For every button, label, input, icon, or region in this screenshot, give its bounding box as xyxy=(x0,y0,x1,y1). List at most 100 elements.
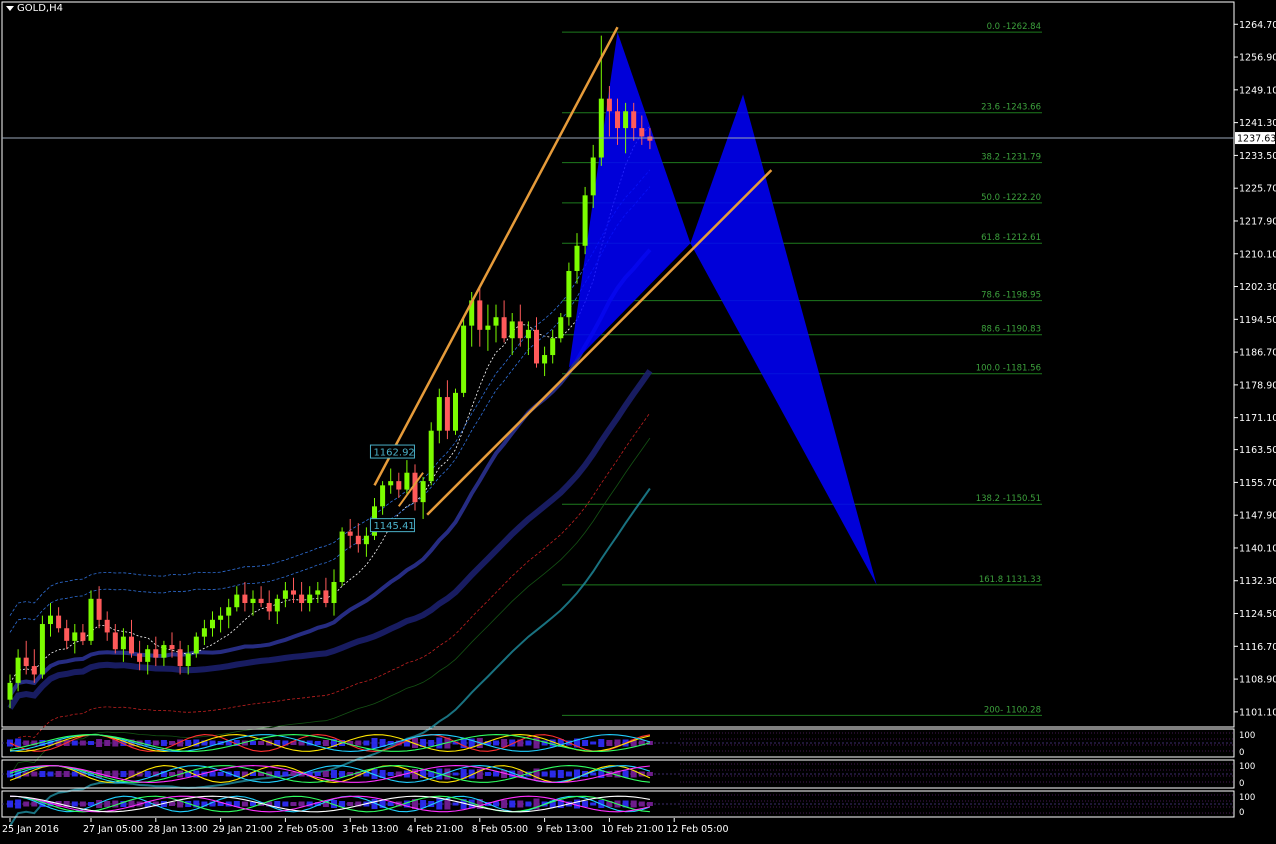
trend-upper xyxy=(373,26,619,486)
candle-bull xyxy=(436,397,442,431)
subwindow-histogram-bar xyxy=(55,771,62,777)
subwindow-histogram-bar xyxy=(525,801,532,807)
subwindow-scale-max: 100 xyxy=(1239,762,1255,772)
subwindow-histogram-bar xyxy=(23,801,30,807)
candle-bear xyxy=(501,317,507,339)
subwindow-histogram-bar xyxy=(371,738,378,748)
subwindow-histogram-bar xyxy=(104,740,111,746)
candle-bull xyxy=(15,657,21,683)
subwindow-scale-min: 0 xyxy=(1239,808,1244,818)
symbol-title[interactable]: GOLD,H4 xyxy=(6,3,63,14)
y-tick-label: 1101.10 xyxy=(1239,707,1276,718)
candle-bull xyxy=(525,329,531,339)
subwindow-histogram-bar xyxy=(144,771,151,777)
candle-bear xyxy=(517,321,523,339)
subwindow-histogram-bar xyxy=(363,740,370,746)
subwindow-histogram-bar xyxy=(436,737,443,749)
subwindow-histogram-bar xyxy=(298,801,305,807)
candle-bear xyxy=(64,628,70,641)
y-tick-label: 1140.10 xyxy=(1239,543,1276,554)
candle-bull xyxy=(363,535,369,545)
subwindow-histogram-bar xyxy=(582,740,589,746)
fib-level-label: 61.8 -1212.61 xyxy=(981,233,1041,243)
candle-bear xyxy=(104,619,110,633)
subwindow-histogram-bar xyxy=(63,771,70,777)
subwindow-scale-max: 100 xyxy=(1239,793,1255,803)
fib-level-label: 161.8 1131.33 xyxy=(979,575,1041,585)
subwindow-histogram-bar xyxy=(241,801,248,807)
candle-bull xyxy=(574,245,580,271)
y-tick-label: 1178.90 xyxy=(1239,380,1276,391)
y-tick-label: 1264.70 xyxy=(1239,20,1276,31)
subwindow-histogram-bar xyxy=(15,799,22,809)
y-tick-label: 1163.50 xyxy=(1239,445,1276,456)
candle-bull xyxy=(404,472,410,490)
subwindow-histogram-bar xyxy=(428,740,435,746)
candle-bull xyxy=(493,317,499,326)
subwindow-histogram-bar xyxy=(39,771,46,777)
subwindow-scale-min: 0 xyxy=(1239,748,1244,758)
candle-bull xyxy=(226,607,232,616)
candle-bull xyxy=(193,636,199,654)
y-tick-label: 1155.70 xyxy=(1239,478,1276,489)
subwindow-histogram-bar xyxy=(517,800,524,808)
candle-bull xyxy=(39,624,45,675)
candle-bear xyxy=(606,98,612,112)
candle-bull xyxy=(380,485,386,507)
candle-bull xyxy=(566,270,572,318)
subwindow-histogram-bar xyxy=(71,740,78,746)
subwindow-histogram-bar xyxy=(590,772,597,776)
subwindow-histogram-bar xyxy=(104,801,111,807)
x-tick-label: 12 Feb 05:00 xyxy=(666,824,728,835)
y-tick-label: 1233.50 xyxy=(1239,151,1276,162)
symbol-title-text: GOLD,H4 xyxy=(17,3,63,14)
subwindow-histogram-bar xyxy=(290,802,297,806)
subwindow-histogram-bar xyxy=(331,770,337,778)
subwindow-histogram-bar xyxy=(290,772,297,776)
candle-bull xyxy=(485,325,491,330)
candle-bull xyxy=(234,594,240,608)
candle-bull xyxy=(250,598,256,604)
candle-bull xyxy=(307,594,313,604)
subwindow-histogram-bar xyxy=(23,740,30,746)
x-tick-label: 3 Feb 13:00 xyxy=(342,824,398,835)
x-tick-label: 9 Feb 13:00 xyxy=(537,824,593,835)
chart-window[interactable]: GOLD,H4 1264.70 1256.90 1249.10 1241.30 1233… xyxy=(0,0,1276,840)
candle-bear xyxy=(177,649,183,667)
candle-bear xyxy=(639,128,645,137)
candle-bull xyxy=(590,157,596,196)
x-tick-label: 8 Feb 05:00 xyxy=(472,824,528,835)
candle-bull xyxy=(282,590,288,599)
candle-bear xyxy=(647,136,653,141)
subwindow-histogram-bar xyxy=(501,800,508,808)
subwindow-histogram-bar xyxy=(549,770,556,778)
subwindow-histogram-bar xyxy=(493,771,499,777)
dropdown-triangle-icon[interactable] xyxy=(6,5,14,11)
subwindow-histogram-bar xyxy=(258,741,265,745)
x-tick-label: 28 Jan 13:00 xyxy=(148,824,208,835)
x-tick-label: 2 Feb 05:00 xyxy=(277,824,333,835)
price-chart[interactable]: 1264.70 1256.90 1249.10 1241.30 1233.50 1225.… xyxy=(0,0,1276,840)
harmonic-pattern-bcd xyxy=(690,94,877,585)
candle-bull xyxy=(453,392,458,431)
candle-bear xyxy=(396,481,402,490)
subwindow-histogram-bar xyxy=(509,800,516,808)
subwindow-histogram-bar xyxy=(79,801,86,807)
y-tick-label: 1108.90 xyxy=(1239,675,1276,686)
y-tick-label: 1217.90 xyxy=(1239,216,1276,227)
subwindow-histogram-bar xyxy=(590,741,597,745)
candle-bear xyxy=(31,666,37,675)
candle-bear xyxy=(169,645,175,650)
subwindow-histogram-bar xyxy=(646,772,653,776)
subwindow-histogram-bar xyxy=(630,800,637,808)
y-tick-label: 1116.70 xyxy=(1239,642,1276,653)
candle-bear xyxy=(477,300,483,330)
subwindow-histogram-bar xyxy=(557,770,564,778)
y-tick-label: 1210.10 xyxy=(1239,249,1276,260)
candle-bull xyxy=(120,636,126,650)
subwindow-histogram-bar xyxy=(606,740,613,746)
candle-bear xyxy=(631,111,637,129)
candle-bear xyxy=(266,603,272,612)
subwindow-histogram-bar xyxy=(7,800,13,808)
candle-bull xyxy=(558,317,564,339)
